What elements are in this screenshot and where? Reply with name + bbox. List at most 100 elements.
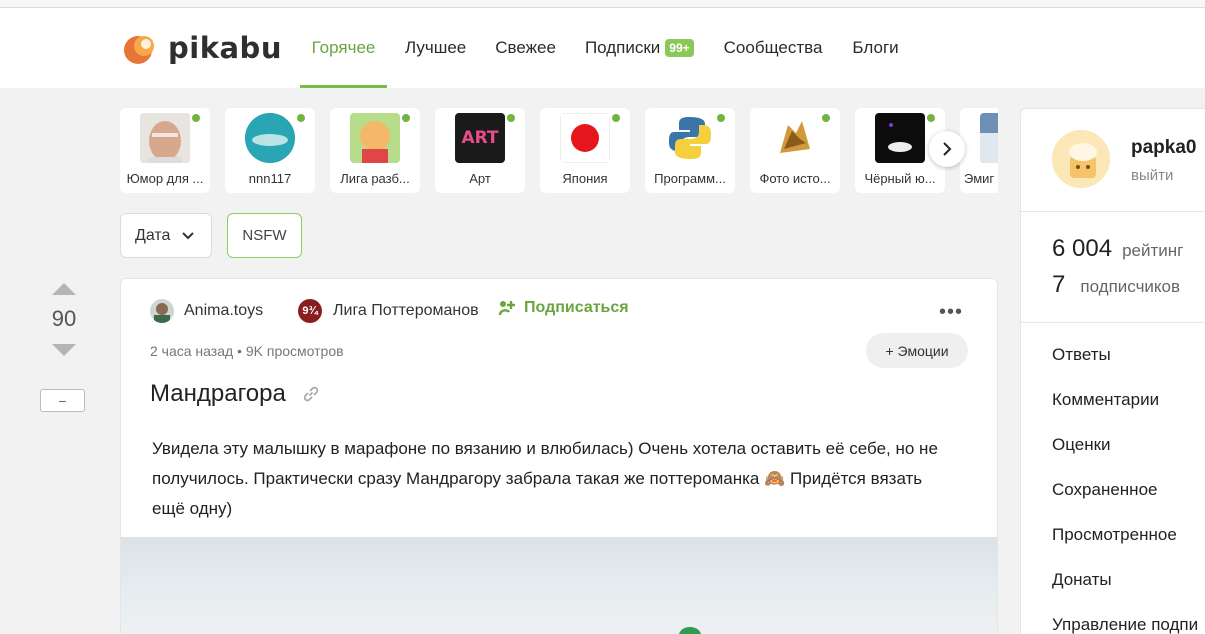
nav-communities[interactable]: Сообщества	[724, 8, 823, 88]
story-image	[245, 113, 295, 163]
story-label: Арт	[469, 171, 491, 186]
monkey-emoji-icon: 🙈	[764, 469, 786, 488]
menu-saved[interactable]: Сохраненное	[1052, 480, 1198, 525]
story-image	[875, 113, 925, 163]
post-title-row: Мандрагора	[150, 380, 320, 408]
post-meta: 2 часа назад • 9K просмотров	[150, 343, 344, 359]
main-nav: Горячее Лучшее Свежее Подписки 99+ Сообще…	[300, 8, 899, 88]
logo-text: pikabu	[168, 31, 282, 65]
menu-answers[interactable]: Ответы	[1052, 345, 1198, 390]
post-image[interactable]	[121, 537, 997, 634]
post-body-line: ещё одну)	[152, 499, 233, 518]
menu-comments[interactable]: Комментарии	[1052, 390, 1198, 435]
post-body-line: получилось. Практически сразу Мандрагору…	[152, 464, 972, 494]
python-logo-icon	[665, 113, 715, 163]
minus-button[interactable]: −	[40, 389, 85, 412]
subscribe-icon	[498, 301, 515, 316]
profile-block: papka0 выйти	[1021, 109, 1205, 212]
story-image	[770, 113, 820, 163]
story-item[interactable]: Юмор для ...	[120, 108, 210, 193]
subscribe-button[interactable]: Подписаться	[498, 299, 629, 317]
username[interactable]: papka0	[1131, 137, 1196, 159]
subscribe-label: Подписаться	[524, 299, 629, 316]
story-item[interactable]: Эмиг	[960, 108, 998, 193]
body-text-part: Придётся вязать	[790, 469, 923, 488]
online-dot	[610, 112, 622, 124]
post-title[interactable]: Мандрагора	[150, 380, 286, 408]
online-dot	[295, 112, 307, 124]
story-item[interactable]: Лига разб...	[330, 108, 420, 193]
story-item[interactable]: Программ...	[645, 108, 735, 193]
emotions-button[interactable]: + Эмоции	[866, 333, 968, 368]
minus-label: −	[58, 392, 67, 409]
online-dot	[715, 112, 727, 124]
community-avatar: 9¾	[298, 299, 322, 323]
post-author[interactable]: Anima.toys	[150, 299, 263, 323]
date-filter-label: Дата	[135, 226, 171, 244]
online-dot	[400, 112, 412, 124]
upvote-arrow-icon[interactable]	[51, 282, 77, 301]
story-label: Чёрный ю...	[864, 171, 936, 186]
story-image	[140, 113, 190, 163]
online-dot	[925, 112, 937, 124]
menu-ratings[interactable]: Оценки	[1052, 435, 1198, 480]
user-sidebar: papka0 выйти 6 004 рейтинг 7 подписчиков…	[1020, 108, 1205, 634]
nav-hot[interactable]: Горячее	[300, 8, 387, 88]
story-label: Фото исто...	[759, 171, 831, 186]
chevron-down-icon	[182, 231, 195, 239]
subscribers-label: подписчиков	[1080, 277, 1181, 296]
user-stats: 6 004 рейтинг 7 подписчиков	[1021, 213, 1205, 323]
downvote-arrow-icon[interactable]	[51, 343, 77, 362]
post-community[interactable]: 9¾ Лига Поттероманов	[298, 299, 479, 323]
online-dot	[505, 112, 517, 124]
story-item[interactable]: ART Арт	[435, 108, 525, 193]
story-label: Юмор для ...	[126, 171, 204, 186]
menu-subscription-management[interactable]: Управление подпи	[1052, 615, 1198, 634]
mandrake-leaves-shape	[679, 627, 701, 634]
story-label: Программ...	[654, 171, 726, 186]
user-menu: Ответы Комментарии Оценки Сохраненное Пр…	[1052, 345, 1198, 634]
logout-link[interactable]: выйти	[1131, 167, 1173, 184]
subscriptions-badge: 99+	[665, 39, 694, 57]
more-options-button[interactable]: •••	[939, 301, 963, 324]
date-filter-dropdown[interactable]: Дата	[120, 213, 212, 258]
story-label: Лига разб...	[340, 171, 410, 186]
body-text-part: получилось. Практически сразу Мандрагору…	[152, 469, 760, 488]
rating-label: рейтинг	[1122, 241, 1184, 260]
story-item[interactable]: Фото исто...	[750, 108, 840, 193]
post-card: Anima.toys 9¾ Лига Поттероманов Подписат…	[120, 278, 998, 634]
stories-carousel: Юмор для ... nnn117 Лига разб... ART Арт…	[120, 108, 998, 193]
menu-viewed[interactable]: Просмотренное	[1052, 525, 1198, 570]
nsfw-toggle[interactable]: NSFW	[227, 213, 302, 258]
chevron-right-icon	[943, 142, 952, 156]
story-item[interactable]: Япония	[540, 108, 630, 193]
browser-top-strip	[0, 0, 1205, 8]
online-dot	[820, 112, 832, 124]
user-avatar[interactable]	[1052, 130, 1110, 188]
story-image: ART	[455, 113, 505, 163]
subscribers-value: 7	[1052, 271, 1066, 298]
online-dot	[190, 112, 202, 124]
story-label: Эмиг	[964, 171, 995, 186]
community-name: Лига Поттероманов	[333, 302, 479, 319]
pikabu-logo[interactable]: pikabu	[122, 30, 282, 66]
menu-donations[interactable]: Донаты	[1052, 570, 1198, 615]
rating-stat: 6 004 рейтинг	[1052, 235, 1183, 263]
stories-next-button[interactable]	[929, 131, 965, 167]
site-header: pikabu Горячее Лучшее Свежее Подписки 99+…	[0, 8, 1205, 88]
vote-count: 90	[51, 306, 77, 331]
nav-subscriptions[interactable]: Подписки 99+	[585, 8, 694, 88]
post-body-line: Увидела эту малышку в марафоне по вязани…	[152, 439, 938, 458]
japan-flag-icon	[560, 113, 610, 163]
story-label: nnn117	[248, 171, 292, 186]
story-image	[980, 113, 998, 163]
story-item[interactable]: nnn117	[225, 108, 315, 193]
nav-best[interactable]: Лучшее	[405, 8, 466, 88]
nav-fresh[interactable]: Свежее	[495, 8, 556, 88]
nav-blogs[interactable]: Блоги	[852, 8, 898, 88]
nsfw-label: NSFW	[242, 227, 287, 244]
subscribers-stat[interactable]: 7 подписчиков	[1052, 271, 1180, 299]
post-body: Увидела эту малышку в марафоне по вязани…	[152, 434, 972, 524]
link-icon[interactable]	[302, 385, 320, 403]
art-image-text: ART	[461, 128, 499, 148]
